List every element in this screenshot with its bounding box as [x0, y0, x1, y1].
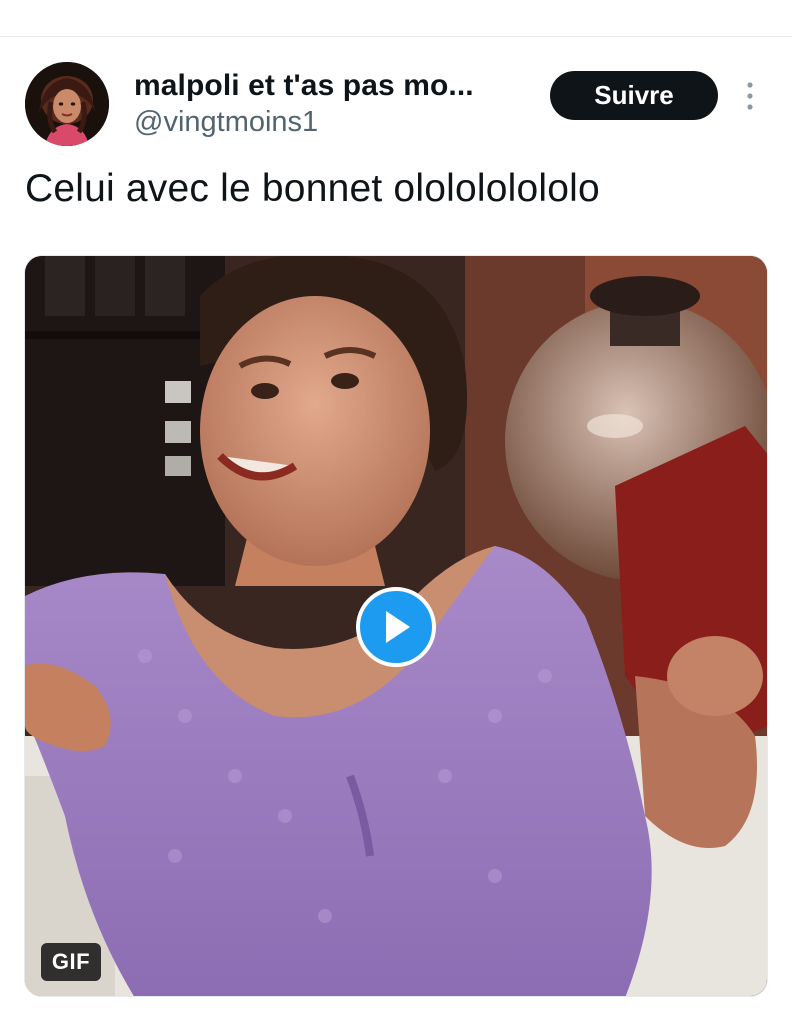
author-handle[interactable]: @vingtmoins1 [134, 106, 318, 139]
tweet-text: Celui avec le bonnet ololololololo [25, 167, 600, 210]
tweet-card: malpoli et t'as pas mo... @vingtmoins1 S… [0, 37, 792, 1024]
gif-badge: GIF [41, 943, 101, 981]
author-display-name[interactable]: malpoli et t'as pas mo... [134, 69, 474, 103]
gif-media[interactable]: GIF [24, 255, 768, 997]
more-vertical-icon[interactable] [738, 81, 762, 111]
follow-button[interactable]: Suivre [550, 71, 718, 120]
avatar[interactable] [25, 62, 109, 146]
play-button[interactable] [356, 587, 436, 667]
avatar-image [25, 62, 109, 146]
play-icon [386, 611, 410, 643]
